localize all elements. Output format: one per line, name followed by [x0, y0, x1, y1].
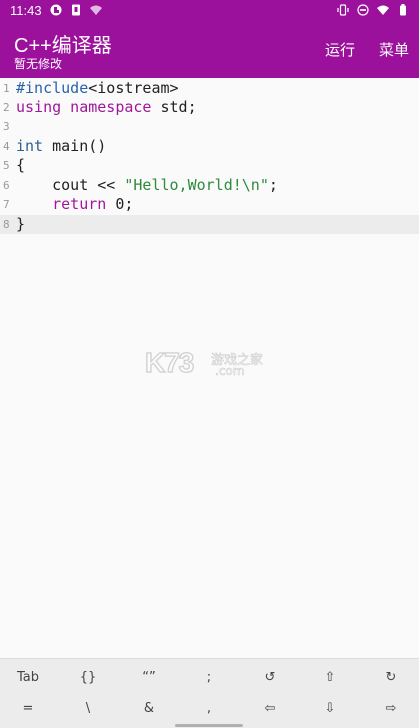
code-line[interactable]: 4 int main() — [0, 137, 419, 156]
key-quotes[interactable]: “” — [123, 662, 175, 692]
app-title: C++编译器 — [14, 35, 112, 57]
status-bar: 11:43 — [0, 0, 419, 20]
key-semicolon[interactable]: ; — [183, 662, 235, 692]
arrow-down-icon[interactable]: ⇩ — [304, 693, 356, 723]
code-text: cout << "Hello,World!\n"; — [16, 176, 278, 194]
key-tab[interactable]: Tab — [2, 662, 54, 692]
code-text: return 0; — [52, 195, 134, 213]
status-time: 11:43 — [10, 2, 42, 18]
line-number: 5 — [3, 159, 10, 172]
line-number: 1 — [3, 82, 10, 95]
app-notification-icon — [50, 4, 62, 16]
key-backslash[interactable]: \ — [62, 693, 114, 723]
wifi-icon — [89, 4, 102, 16]
undo-icon[interactable]: ↺ — [244, 662, 296, 692]
code-text: } — [16, 215, 26, 233]
line-number: 7 — [3, 198, 10, 211]
sim-icon — [70, 4, 82, 16]
code-text: { — [16, 156, 26, 174]
line-number: 8 — [3, 218, 10, 231]
vibrate-icon — [337, 4, 349, 16]
gesture-nav-bar[interactable] — [175, 724, 243, 727]
shortcut-keybar: Tab {} “” ; ↺ ⇧ ↻ = \ & , ⇦ ⇩ ⇨ — [0, 658, 419, 728]
arrow-left-icon[interactable]: ⇦ — [244, 693, 296, 723]
code-text: using namespace std; — [16, 98, 197, 116]
line-number: 6 — [3, 179, 10, 192]
key-ampersand[interactable]: & — [123, 693, 175, 723]
watermark-k73: K73 — [144, 346, 195, 379]
code-text: #include<iostream> — [16, 79, 179, 97]
line-number: 3 — [3, 120, 10, 133]
arrow-up-icon[interactable]: ⇧ — [304, 662, 356, 692]
watermark-logo: K73 游戏之家 .com — [144, 346, 275, 381]
status-right — [337, 4, 409, 16]
code-line[interactable]: 1 #include<iostream> — [0, 79, 419, 98]
code-line[interactable]: 6 cout << "Hello,World!\n"; — [0, 176, 419, 195]
code-line-current[interactable]: 8 } — [0, 215, 419, 234]
redo-icon[interactable]: ↻ — [365, 662, 417, 692]
key-braces[interactable]: {} — [62, 662, 114, 692]
watermark-domain: .com — [215, 364, 245, 379]
arrow-right-icon[interactable]: ⇨ — [365, 693, 417, 723]
code-line[interactable]: 7 return 0; — [0, 195, 419, 214]
dnd-icon — [357, 4, 369, 16]
status-left: 11:43 — [10, 3, 102, 18]
line-number: 4 — [3, 140, 10, 153]
menu-button[interactable]: 菜单 — [379, 39, 409, 60]
key-comma[interactable]: , — [183, 693, 235, 723]
key-equals[interactable]: = — [2, 693, 54, 723]
code-line[interactable]: 5 { — [0, 156, 419, 175]
app-subtitle: 暂无修改 — [14, 57, 63, 71]
app-bar: C++编译器 暂无修改 运行 菜单 — [0, 20, 419, 78]
line-number: 2 — [3, 101, 10, 114]
battery-icon — [397, 4, 409, 16]
code-line[interactable]: 3 — [0, 117, 419, 136]
code-line[interactable]: 2 using namespace std; — [0, 98, 419, 117]
code-text: int main() — [16, 137, 107, 155]
wifi-icon — [377, 4, 389, 16]
run-button[interactable]: 运行 — [325, 39, 355, 60]
